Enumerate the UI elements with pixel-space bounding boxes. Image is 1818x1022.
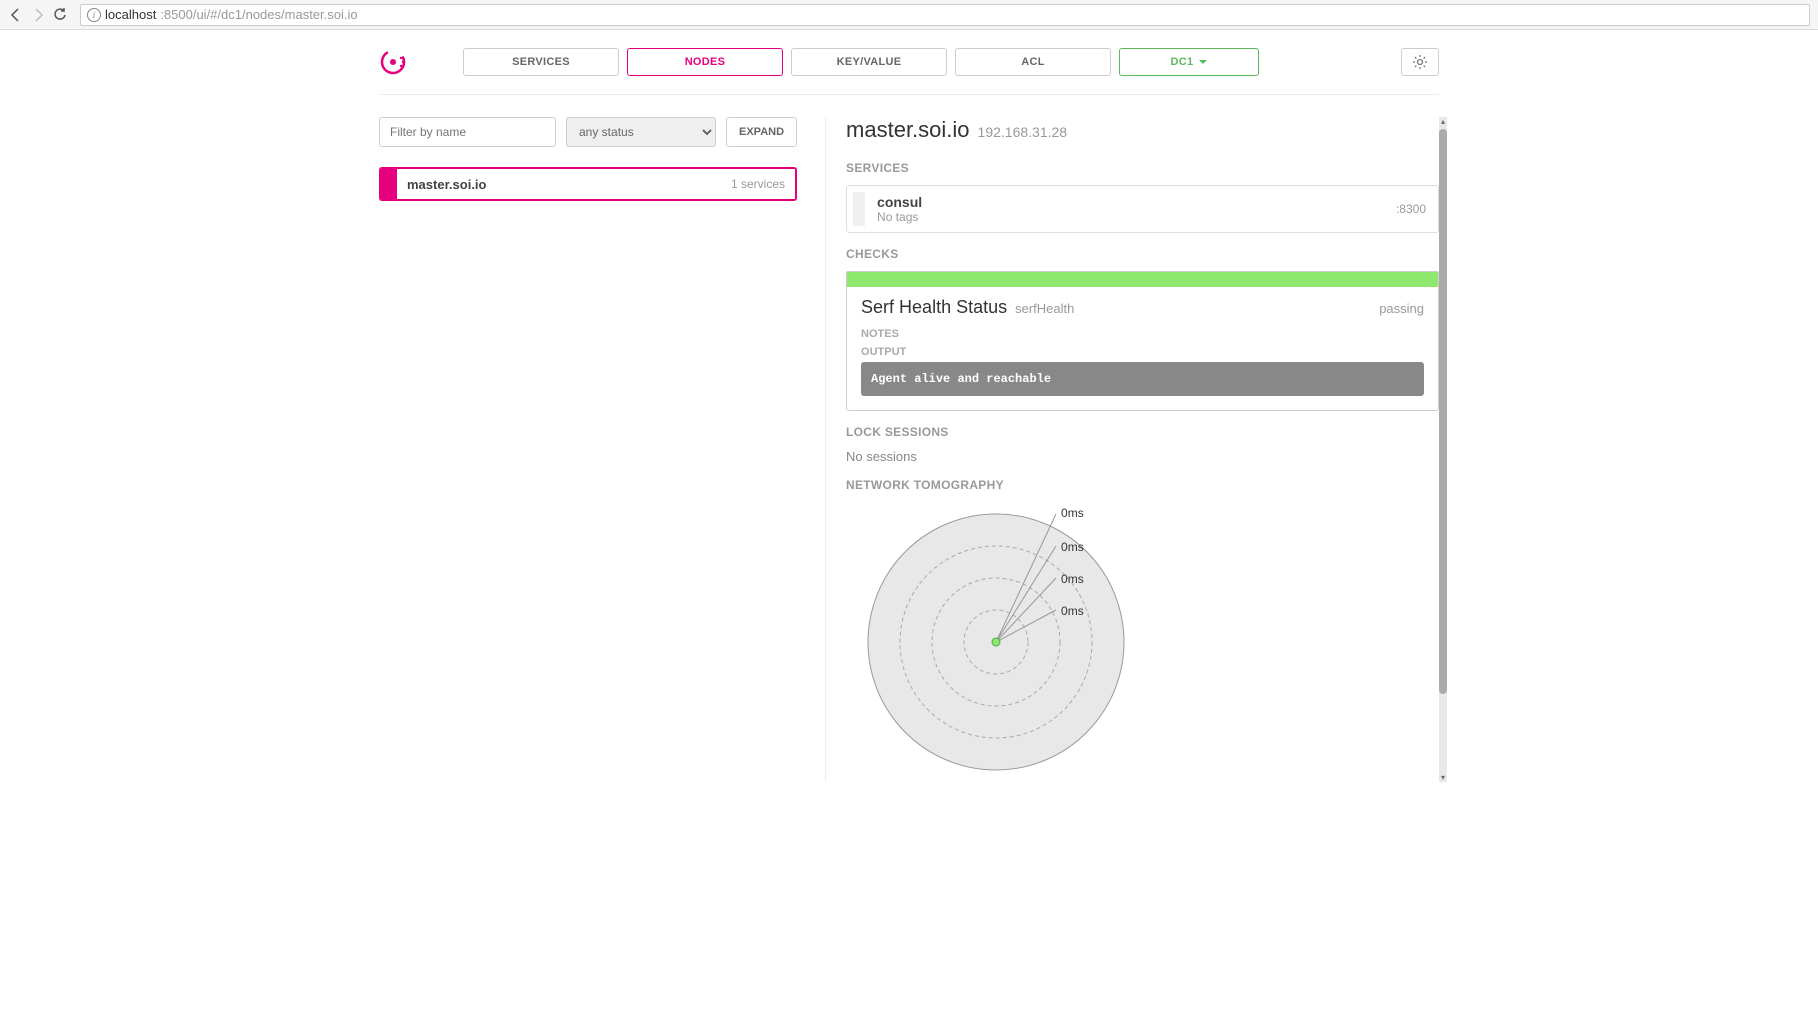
nav-tabs: SERVICES NODES KEY/VALUE ACL DC1 [463, 48, 1385, 76]
back-icon[interactable] [8, 7, 24, 23]
tab-acl[interactable]: ACL [955, 48, 1111, 76]
check-header: Serf Health Status serfHealth passing [861, 297, 1424, 318]
service-card[interactable]: consul No tags :8300 [846, 185, 1439, 233]
filter-input[interactable] [379, 117, 556, 147]
dc-label: DC1 [1171, 56, 1194, 68]
url-host: localhost [105, 7, 156, 22]
check-card: Serf Health Status serfHealth passing NO… [846, 287, 1439, 411]
url-bar[interactable]: i localhost :8500/ui/#/dc1/nodes/master.s… [80, 4, 1810, 26]
node-list-item[interactable]: master.soi.io 1 services [379, 167, 797, 201]
node-ip: 192.168.31.28 [978, 124, 1068, 140]
tab-datacenter[interactable]: DC1 [1119, 48, 1259, 76]
service-name: consul [877, 194, 1396, 210]
node-item-name: master.soi.io [397, 177, 731, 192]
check-output-label: OUTPUT [861, 346, 1424, 358]
expand-button[interactable]: EXPAND [726, 117, 797, 147]
check-status-bar [846, 271, 1439, 287]
scroll-up-icon[interactable]: ▴ [1439, 117, 1447, 126]
section-checks-label: CHECKS [846, 247, 1439, 261]
info-icon: i [87, 8, 101, 22]
reload-icon[interactable] [52, 7, 68, 23]
scroll-thumb[interactable] [1439, 129, 1447, 694]
tab-nodes[interactable]: NODES [627, 48, 783, 76]
tomography-chart: 0ms 0ms 0ms 0ms [856, 502, 1136, 782]
no-sessions-text: No sessions [846, 449, 1439, 464]
scrollbar[interactable]: ▴ ▾ [1439, 117, 1447, 782]
tab-kv[interactable]: KEY/VALUE [791, 48, 947, 76]
detail-title: master.soi.io 192.168.31.28 [846, 117, 1439, 143]
service-meta: consul No tags [877, 194, 1396, 224]
section-services-label: SERVICES [846, 161, 1439, 175]
gear-icon [1412, 54, 1428, 70]
check-notes-label: NOTES [861, 328, 1424, 340]
section-lock-sessions-label: LOCK SESSIONS [846, 425, 1439, 439]
node-status-indicator [381, 169, 397, 199]
check-status: passing [1379, 301, 1424, 316]
status-select[interactable]: any status [566, 117, 716, 147]
settings-button[interactable] [1401, 48, 1439, 76]
node-name: master.soi.io [846, 117, 970, 143]
forward-icon [30, 7, 46, 23]
node-item-count: 1 services [731, 177, 795, 191]
tomography-ring-label-2: 0ms [1061, 572, 1084, 586]
section-tomography-label: NETWORK TOMOGRAPHY [846, 478, 1439, 492]
filter-row: any status EXPAND [379, 117, 797, 147]
tab-services[interactable]: SERVICES [463, 48, 619, 76]
check-title: Serf Health Status [861, 297, 1007, 318]
service-tags: No tags [877, 210, 1396, 224]
scroll-down-icon[interactable]: ▾ [1439, 773, 1447, 782]
browser-bar: i localhost :8500/ui/#/dc1/nodes/master.s… [0, 0, 1818, 30]
check-id: serfHealth [1015, 301, 1074, 316]
detail-panel: master.soi.io 192.168.31.28 SERVICES con… [825, 117, 1439, 782]
consul-logo-icon [379, 48, 407, 76]
service-port: :8300 [1396, 202, 1426, 216]
tomography-ring-label-0: 0ms [1061, 506, 1084, 520]
header: SERVICES NODES KEY/VALUE ACL DC1 [379, 30, 1439, 95]
service-status-indicator [853, 192, 865, 226]
check-output: Agent alive and reachable [861, 362, 1424, 396]
url-path: :8500/ui/#/dc1/nodes/master.soi.io [160, 7, 357, 22]
tomography-ring-label-3: 0ms [1061, 604, 1084, 618]
tomography-ring-label-1: 0ms [1061, 540, 1084, 554]
sidebar: any status EXPAND master.soi.io 1 servic… [379, 117, 797, 782]
